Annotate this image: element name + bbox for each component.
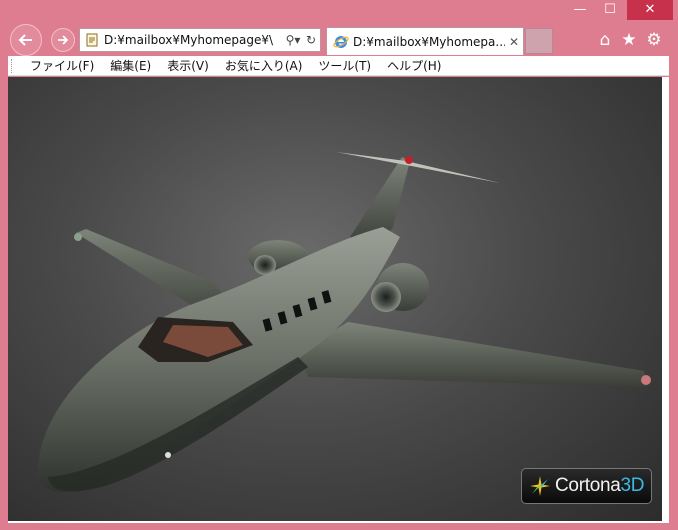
- arrow-left-icon: [18, 34, 32, 46]
- wingtip-light: [641, 375, 651, 385]
- close-window-button[interactable]: ✕: [627, 0, 673, 20]
- settings-icon[interactable]: ⚙: [643, 29, 665, 51]
- forward-button[interactable]: [51, 28, 75, 52]
- address-url[interactable]: D:¥mailbox¥Myhomepage¥\: [104, 33, 284, 47]
- browser-window: — ☐ ✕ D:¥mailbox¥Myhomepage¥\ ⚲▾ ↻ D:¥ma…: [0, 0, 678, 530]
- sparkle-icon: [530, 476, 550, 496]
- menu-favorites[interactable]: お気に入り(A): [217, 57, 311, 74]
- refresh-icon[interactable]: ↻: [302, 33, 320, 47]
- minimize-button[interactable]: —: [566, 0, 594, 20]
- new-tab-button[interactable]: [525, 28, 553, 54]
- tab-active[interactable]: D:¥mailbox¥Myhomepa... ✕: [326, 27, 524, 55]
- jet-model[interactable]: [8, 77, 662, 521]
- menu-edit[interactable]: 編集(E): [102, 57, 159, 74]
- page-icon: [86, 33, 98, 47]
- menu-bar: ファイル(F) 編集(E) 表示(V) お気に入り(A) ツール(T) ヘルプ(…: [8, 56, 669, 76]
- right-wing: [298, 322, 648, 387]
- 3d-viewer[interactable]: Cortona3D: [8, 77, 662, 521]
- stabilizer: [336, 152, 500, 183]
- right-border: [662, 77, 669, 521]
- ie-icon: [333, 35, 349, 48]
- menu-view[interactable]: 表示(V): [159, 57, 217, 74]
- menu-file[interactable]: ファイル(F): [22, 57, 102, 74]
- menu-tools[interactable]: ツール(T): [310, 57, 379, 74]
- menu-grip: [11, 58, 15, 73]
- favorites-icon[interactable]: ★: [618, 29, 640, 51]
- menu-help[interactable]: ヘルプ(H): [379, 57, 449, 74]
- cortona3d-logo[interactable]: Cortona3D: [521, 468, 652, 504]
- address-bar[interactable]: D:¥mailbox¥Myhomepage¥\ ⚲▾ ↻: [79, 28, 321, 52]
- tab-title: D:¥mailbox¥Myhomepa...: [353, 34, 505, 49]
- maximize-button[interactable]: ☐: [596, 0, 624, 20]
- home-icon[interactable]: ⌂: [594, 29, 616, 51]
- tail-light: [405, 156, 413, 164]
- logo-text: Cortona3D: [555, 475, 645, 496]
- search-icon[interactable]: ⚲▾: [284, 33, 302, 47]
- tab-close-icon[interactable]: ✕: [505, 35, 523, 49]
- bottom-border: [8, 521, 669, 523]
- back-button[interactable]: [10, 24, 42, 56]
- arrow-right-icon: [58, 35, 69, 45]
